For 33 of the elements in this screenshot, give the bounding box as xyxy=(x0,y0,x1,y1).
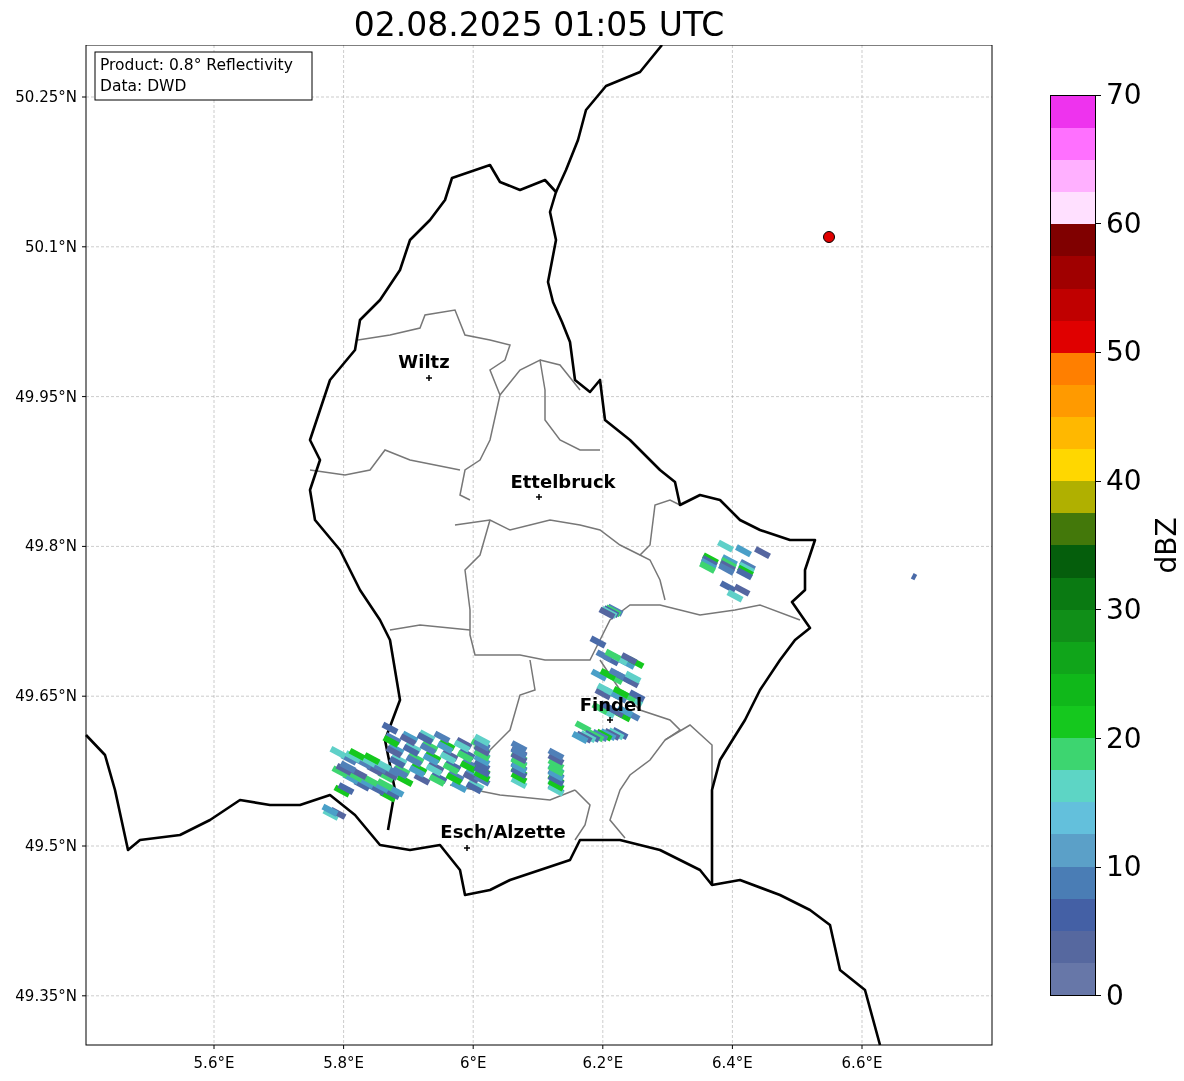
radar-site-marker xyxy=(823,231,835,243)
colorbar-tick-label: 70 xyxy=(1096,81,1146,109)
longitude-tick-label: 6°E xyxy=(459,1054,487,1072)
city-marker-icon xyxy=(606,716,614,724)
colorbar-tick-label: 60 xyxy=(1096,209,1146,238)
colorbar-tick-label: 10 xyxy=(1096,853,1146,882)
chart-title: 02.08.2025 01:05 UTC xyxy=(352,4,726,45)
colorbar-tick-label: 40 xyxy=(1096,467,1146,496)
latitude-tick-label: 50.25°N xyxy=(15,88,77,106)
colorbar-tick-label: 0 xyxy=(1096,981,1146,1010)
latitude-tick-label: 49.65°N xyxy=(15,687,77,706)
latitude-tick-label: 49.35°N xyxy=(15,986,77,1005)
latitude-tick-label: 49.5°N xyxy=(24,837,77,855)
latitude-tick-label: 49.95°N xyxy=(15,387,77,406)
latitude-tick-label: 50.1°N xyxy=(24,237,77,256)
colorbar-tick-label: 20 xyxy=(1096,724,1146,753)
city-label: Wiltz xyxy=(398,351,450,372)
city-marker-icon xyxy=(535,493,543,501)
longitude-tick-label: 6.2°E xyxy=(582,1054,624,1072)
colorbar-label: dBZ xyxy=(1149,517,1183,574)
colorbar-tick-label: 30 xyxy=(1096,595,1146,624)
city-label: Esch/Alzette xyxy=(440,821,566,842)
longitude-tick-label: 6.6°E xyxy=(841,1054,883,1072)
info-text: Data: DWD xyxy=(100,77,187,95)
city-marker-icon xyxy=(425,374,433,382)
longitude-tick-label: 5.6°E xyxy=(193,1054,235,1072)
city-marker-icon xyxy=(463,844,471,852)
longitude-tick-label: 6.4°E xyxy=(712,1054,753,1072)
latitude-tick-label: 49.8°N xyxy=(24,537,77,556)
city-label: Ettelbruck xyxy=(510,471,616,492)
colorbar-tick-label: 50 xyxy=(1096,338,1146,367)
info-text: Product: 0.8° Reflectivity xyxy=(100,56,293,74)
longitude-tick-label: 5.8°E xyxy=(323,1054,364,1072)
